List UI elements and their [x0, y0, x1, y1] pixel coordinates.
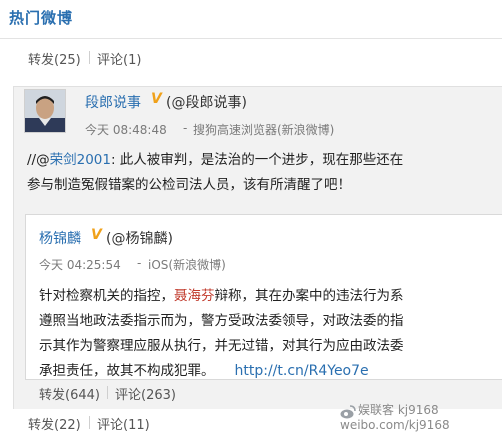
- retweet-source[interactable]: iOS(新浪微博): [148, 256, 226, 273]
- author-name[interactable]: 段郎说事: [85, 92, 141, 112]
- v-badge-icon: V: [151, 91, 162, 107]
- action-separator: [89, 416, 90, 429]
- watermark-line-1: 娱联客 kj9168: [358, 403, 439, 417]
- post-source[interactable]: 搜狗高速浏览器(新浪微博): [193, 121, 334, 138]
- repost-link[interactable]: 转发(25): [28, 49, 81, 68]
- retweet-comment-link[interactable]: 评论(263): [115, 384, 176, 403]
- retweet-author[interactable]: 杨锦麟: [39, 228, 81, 248]
- retweet-content-line-1: 针对检察机关的指控，聂海芬辩称，其在办案中的违法行为系: [39, 284, 404, 309]
- retweet-text: 辩称，其在办案中的违法行为系: [214, 288, 404, 304]
- retweet-content-line-4: 承担责任，故其不构成犯罪。 http://t.cn/R4Yeo7e: [39, 359, 369, 384]
- mention-link[interactable]: 荣剑2001: [50, 152, 111, 168]
- content-prefix: //@: [27, 152, 50, 168]
- avatar[interactable]: [24, 89, 66, 133]
- post-content-line-1: //@荣剑2001: 此人被审判，是法治的一个进步，现在那些还在: [27, 148, 403, 173]
- repost-link[interactable]: 转发(22): [28, 414, 81, 433]
- divider: [0, 38, 502, 39]
- meta-separator: -: [137, 256, 142, 270]
- watermark-line-2: weibo.com/kj9168: [340, 418, 450, 432]
- author-handle[interactable]: (@段郎说事): [166, 92, 247, 112]
- retweet-repost-link[interactable]: 转发(644): [39, 384, 100, 403]
- section-title: 热门微博: [9, 9, 74, 27]
- comment-link[interactable]: 评论(1): [97, 49, 141, 68]
- action-separator: [107, 386, 108, 399]
- retweet-content-line-2: 遵照当地政法委指示而为，警方受政法委领导，对政法委的指: [39, 313, 404, 329]
- post-content-line-2: 参与制造冤假错案的公检司法人员，该有所清醒了吧！: [27, 177, 351, 193]
- retweet-time[interactable]: 今天 04:25:54: [39, 256, 121, 273]
- action-separator: [89, 51, 90, 64]
- content-text: : 此人被审判，是法治的一个进步，现在那些还在: [110, 152, 404, 168]
- comment-link[interactable]: 评论(11): [97, 414, 150, 433]
- short-url-link[interactable]: http://t.cn/R4Yeo7e: [235, 363, 369, 379]
- post-time[interactable]: 今天 08:48:48: [85, 121, 167, 138]
- retweet-text: 针对检察机关的指控，: [39, 288, 174, 304]
- v-badge-icon: V: [91, 227, 102, 243]
- retweet-handle[interactable]: (@杨锦麟): [106, 228, 173, 248]
- meta-separator: -: [183, 121, 188, 135]
- retweet-content-line-3: 示其作为警察理应服从执行，并无过错，对其行为应由政法委: [39, 338, 404, 354]
- avatar-image: [25, 90, 65, 132]
- retweet-text: 承担责任，故其不构成犯罪。: [39, 363, 215, 379]
- name-highlight[interactable]: 聂海芬: [174, 288, 215, 304]
